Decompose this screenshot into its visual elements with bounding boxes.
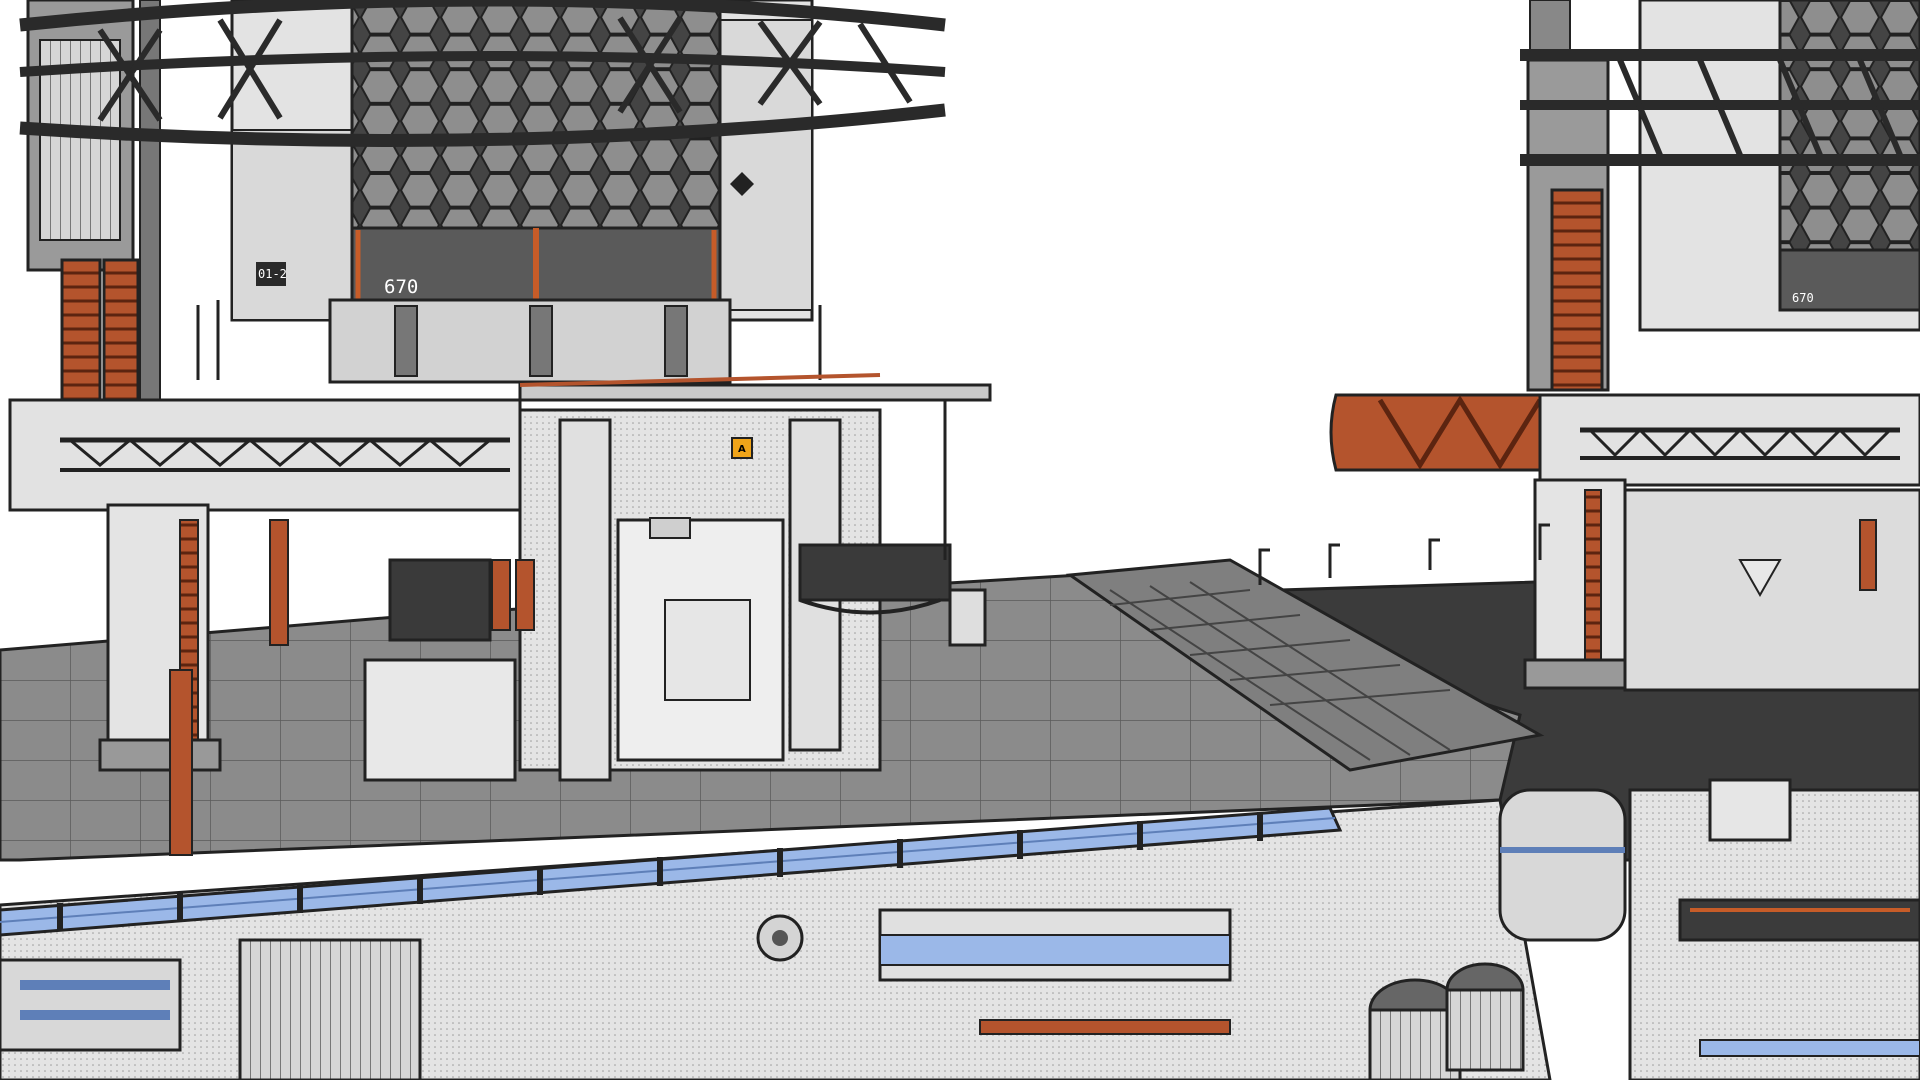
hex-panel	[350, 0, 722, 230]
right-hex-panel	[1778, 0, 1920, 252]
sci-fi-station-render: 670 01-2 670 A	[0, 0, 1920, 1080]
left-tower-number: 670	[384, 276, 418, 298]
rust-boom-arm	[1329, 393, 1562, 472]
left-tower: 670 01-2	[19, 0, 946, 412]
left-rust-pipe-1	[60, 258, 102, 412]
svg-text:A: A	[738, 444, 746, 455]
right-support-column	[1533, 478, 1627, 682]
deck-level: A	[0, 373, 1920, 862]
warning-badge: A	[731, 437, 753, 459]
balcony	[798, 543, 952, 602]
left-rust-pipe-2	[102, 258, 140, 412]
central-block-left	[363, 658, 517, 782]
dark-bay	[388, 558, 492, 642]
rust-pole	[169, 669, 193, 856]
cylinder-module	[1498, 788, 1627, 942]
right-rust-pipe	[1550, 188, 1604, 392]
svg-text:01-2: 01-2	[258, 267, 287, 281]
right-tower-number: 670	[1792, 291, 1814, 305]
lower-window	[879, 934, 1231, 966]
module-tag: 01-2	[256, 262, 287, 286]
